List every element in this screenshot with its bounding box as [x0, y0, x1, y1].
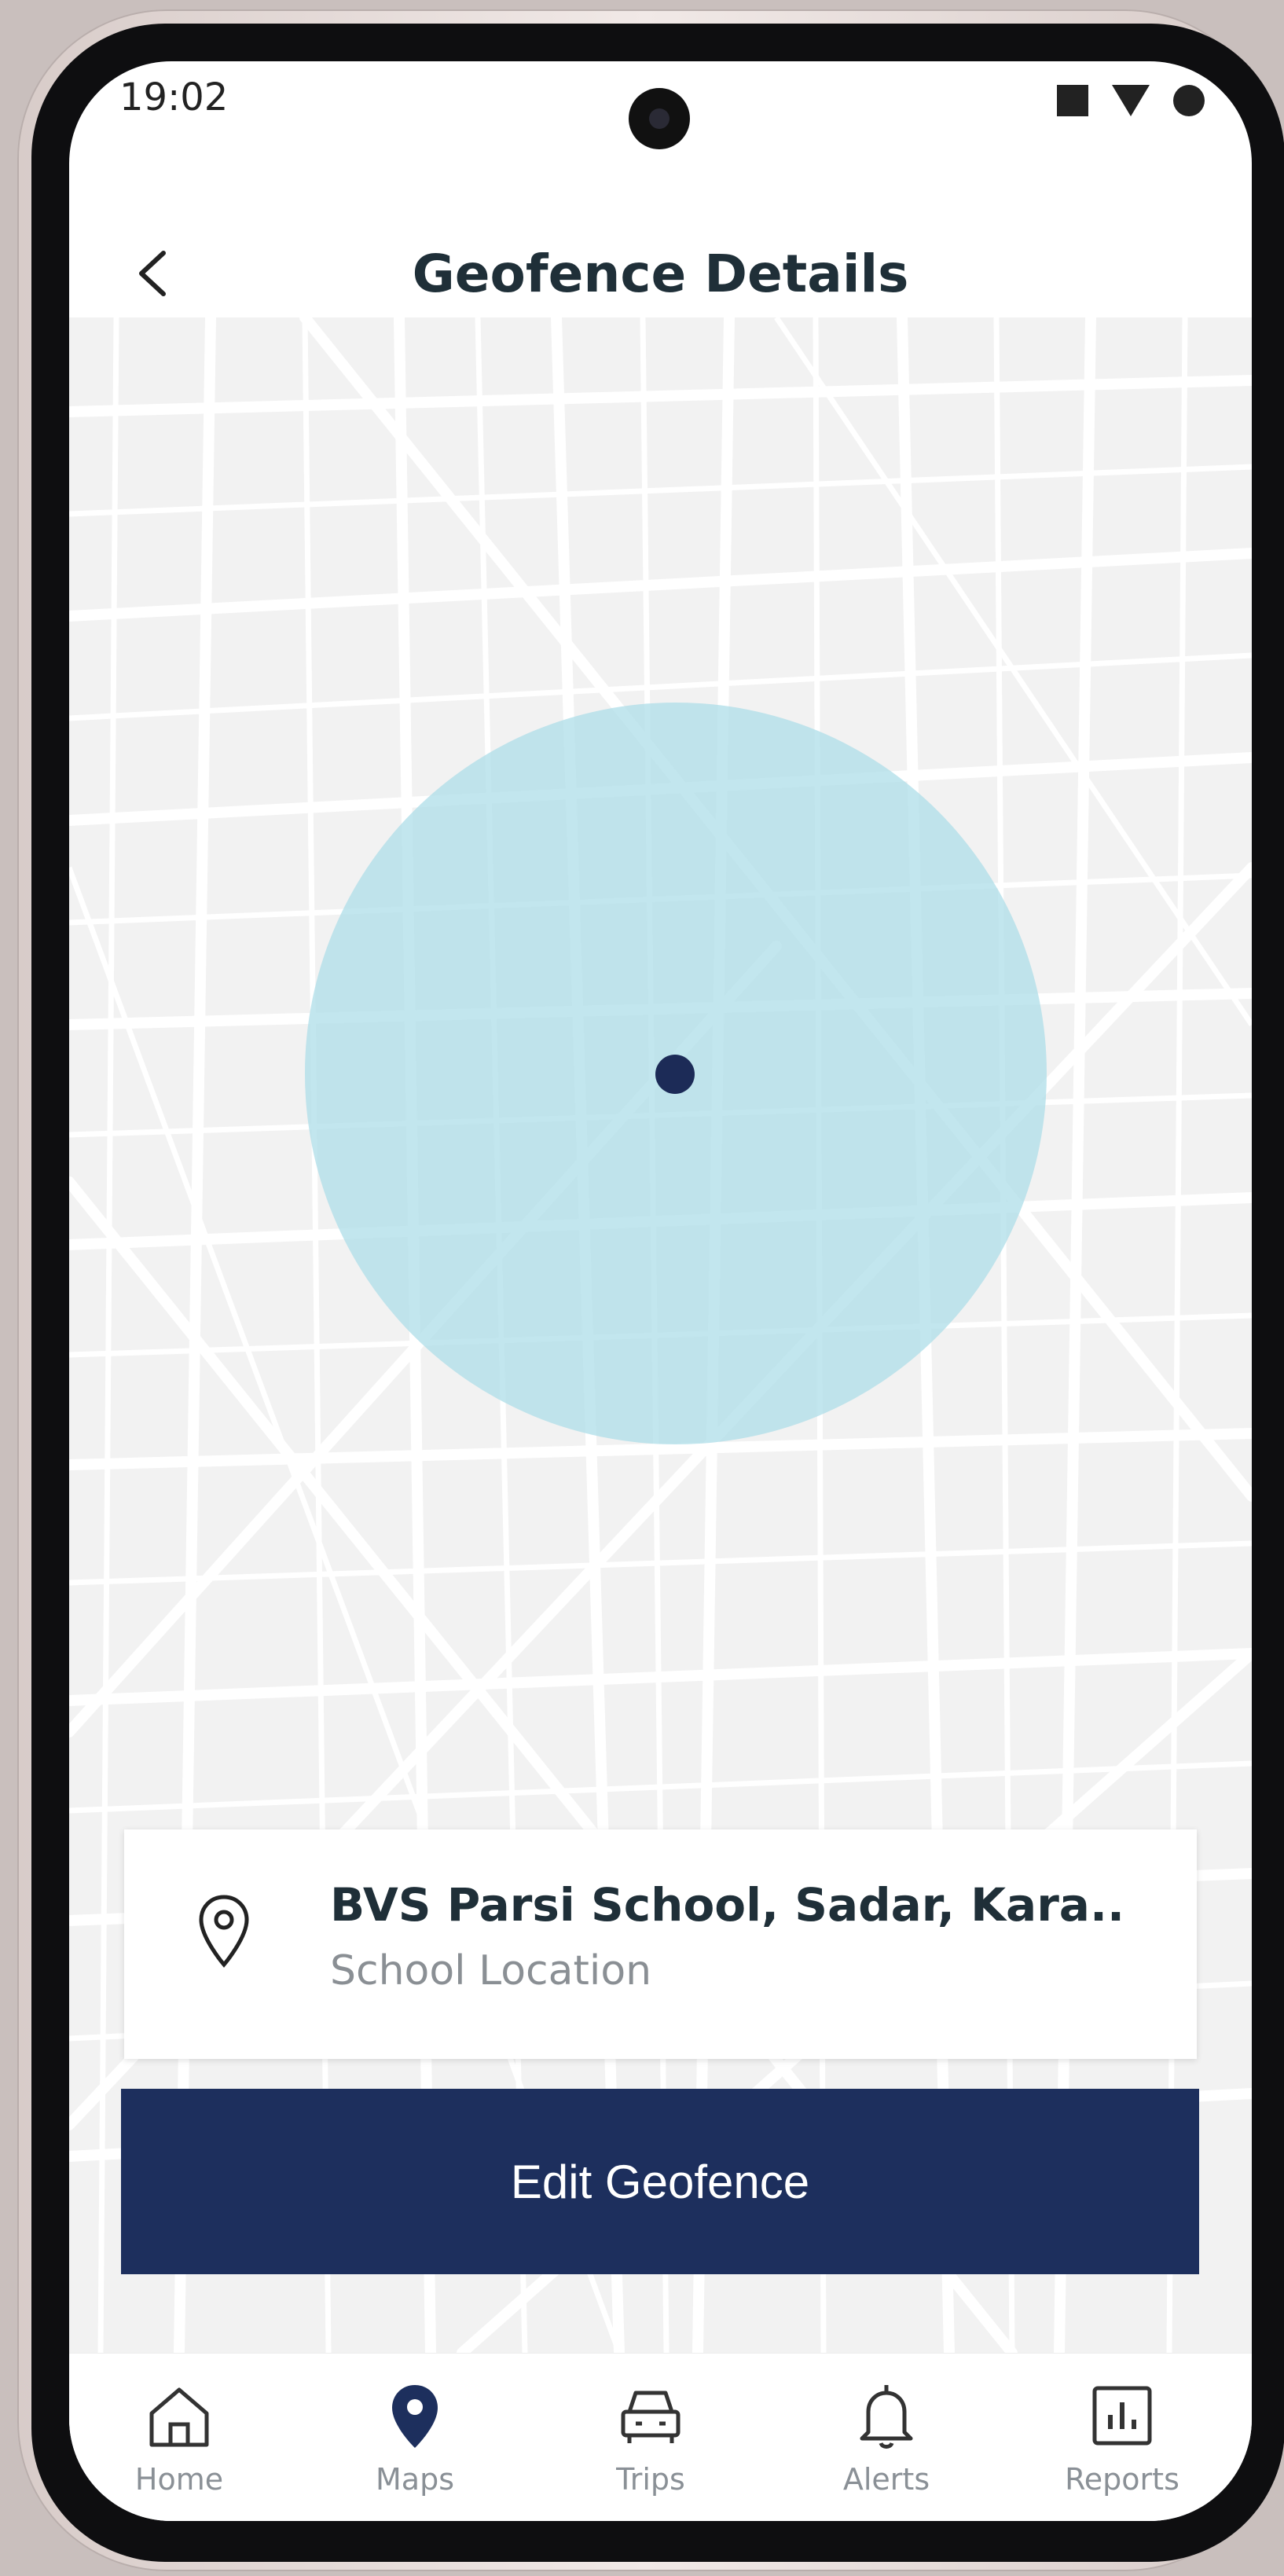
- home-icon: [149, 2387, 209, 2447]
- page-title: Geofence Details: [412, 244, 909, 304]
- nav-item-home[interactable]: Home: [93, 2380, 266, 2497]
- nav-item-reports[interactable]: Reports: [1036, 2380, 1209, 2497]
- signal-icon: [1112, 85, 1150, 116]
- bar-chart-icon: [1092, 2386, 1152, 2446]
- nav-label-reports: Reports: [1065, 2462, 1179, 2497]
- bottom-nav: Home Maps Trips Alerts Reports: [69, 2353, 1252, 2521]
- location-card: BVS Parsi School, Sadar, Kara.. School L…: [124, 1829, 1197, 2059]
- nav-item-alerts[interactable]: Alerts: [800, 2380, 973, 2497]
- edit-geofence-button[interactable]: Edit Geofence: [121, 2089, 1199, 2274]
- location-subtitle: School Location: [330, 1947, 652, 1994]
- app-screen: 19:02 Geofence Details BVS Parsi School,…: [69, 61, 1252, 2521]
- location-pin-icon: [199, 1895, 249, 1968]
- bell-icon: [860, 2385, 913, 2449]
- battery-icon: [1173, 85, 1205, 116]
- app-header: Geofence Details: [69, 171, 1252, 318]
- geofence-center-marker: [655, 1055, 695, 1094]
- nav-label-maps: Maps: [376, 2462, 454, 2497]
- car-icon: [621, 2391, 681, 2443]
- nav-label-trips: Trips: [616, 2462, 685, 2497]
- nav-label-alerts: Alerts: [842, 2462, 930, 2497]
- system-icons: [1057, 85, 1205, 116]
- status-time: 19:02: [119, 75, 229, 119]
- location-name: BVS Parsi School, Sadar, Kara..: [330, 1878, 1125, 1932]
- nav-item-trips[interactable]: Trips: [564, 2380, 737, 2497]
- camera-cutout: [629, 88, 690, 149]
- nav-label-home: Home: [134, 2462, 224, 2497]
- square-status-icon: [1057, 85, 1088, 116]
- map-pin-icon: [392, 2385, 438, 2448]
- status-bar: 19:02: [69, 61, 1252, 171]
- nav-item-maps[interactable]: Maps: [328, 2380, 501, 2497]
